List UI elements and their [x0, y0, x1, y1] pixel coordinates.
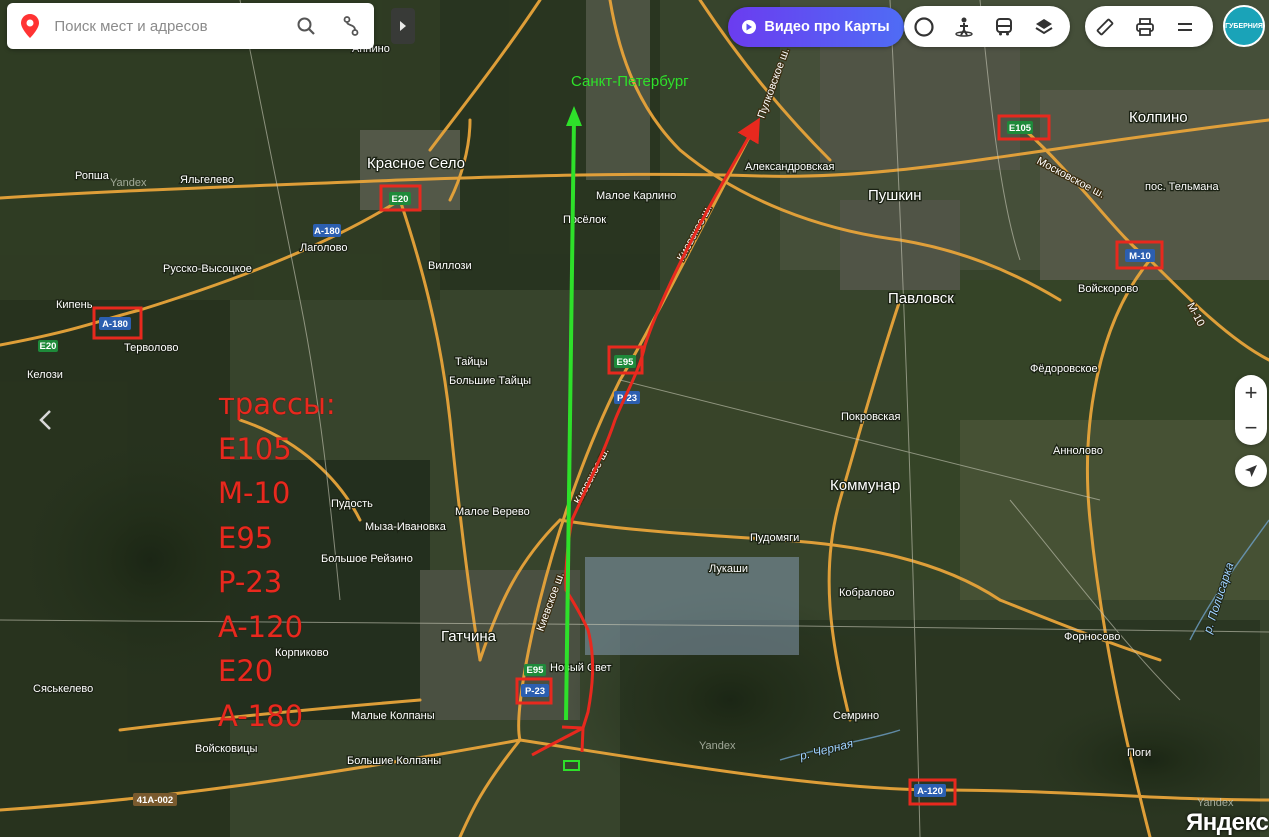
place-label: Войскорово: [1078, 283, 1138, 295]
place-label: Пудомяги: [750, 532, 799, 544]
panel-toggle-button[interactable]: [391, 8, 415, 44]
road-shield: A-180: [314, 226, 340, 237]
legend-line: E20: [218, 654, 274, 688]
place-label: Терволово: [124, 342, 178, 354]
place-label: Сяськелево: [33, 683, 93, 695]
legend-line: A-120: [218, 609, 304, 644]
avatar[interactable]: ГУБЕРНИЯ: [1223, 5, 1265, 47]
place-label: Покровская: [841, 411, 900, 423]
legend-line: P-23: [218, 565, 283, 599]
ruler-icon[interactable]: [1085, 6, 1125, 47]
place-label: Тайцы: [455, 356, 488, 368]
place-label: Малое Карлино: [596, 190, 676, 202]
search-input[interactable]: [52, 16, 284, 36]
road-shield: P-23: [525, 686, 545, 697]
transit-bus-icon[interactable]: [984, 6, 1024, 47]
place-label: Пудость: [331, 498, 373, 510]
place-label: Яльгелево: [180, 174, 234, 186]
place-label: Войсковицы: [195, 743, 257, 755]
place-label: Мыза-Ивановка: [365, 521, 447, 533]
layers-icon[interactable]: [1024, 6, 1064, 47]
legend-line: E105: [218, 431, 292, 466]
place-label: Ропша: [75, 170, 110, 182]
place-label: Пушкин: [868, 187, 922, 204]
panorama-person-icon[interactable]: [944, 6, 984, 47]
destination-label: Санкт-Петербург: [571, 73, 689, 90]
location-pin-icon: [7, 3, 52, 49]
place-label: Кобралово: [839, 587, 895, 599]
place-label: Гатчина: [441, 628, 497, 645]
place-label: Малые Колпаны: [351, 710, 435, 722]
road-shield: 41A-002: [137, 795, 173, 806]
place-label: Малое Верево: [455, 506, 530, 518]
play-icon: [742, 20, 757, 34]
place-label: Новый Свет: [550, 662, 611, 674]
road-shield: E95: [527, 665, 545, 676]
legend-line: E95: [218, 520, 274, 555]
chevron-right-icon: [400, 21, 406, 31]
place-label: Александровская: [745, 161, 835, 173]
place-label: Виллози: [428, 260, 472, 272]
video-about-maps-button[interactable]: Видео про Карты: [728, 7, 904, 47]
road-shield: E105: [1009, 123, 1032, 134]
legend-line: A-180: [218, 698, 304, 733]
avatar-text: ГУБЕРНИЯ: [1225, 22, 1263, 30]
video-button-label: Видео про Карты: [764, 19, 890, 35]
satellite-map[interactable]: Аннино Красное Село Пушкин Колпино Павло…: [0, 0, 1269, 837]
place-label: Аннолово: [1053, 445, 1103, 457]
place-label: Колпино: [1129, 109, 1188, 126]
zoom-out-button[interactable]: −: [1235, 410, 1267, 445]
place-label: Коммунар: [830, 477, 900, 494]
place-label: Посёлок: [563, 214, 606, 226]
place-label: Павловск: [888, 290, 954, 307]
place-label: Фёдоровское: [1030, 363, 1098, 375]
legend-line: M-10: [218, 476, 291, 510]
watermark: Yandex: [1197, 797, 1234, 809]
road-shield: A-180: [102, 319, 128, 330]
map-layers-toolbar: [904, 6, 1070, 47]
route-icon[interactable]: [329, 3, 374, 49]
place-label: Поги: [1127, 747, 1151, 759]
place-label: Большие Тайцы: [449, 375, 531, 387]
place-label: Лукаши: [709, 563, 748, 575]
road-shield: M-10: [1129, 251, 1151, 262]
legend-line: трассы:: [218, 387, 336, 421]
place-label: Келози: [27, 369, 63, 381]
map-tools-toolbar: [1085, 6, 1213, 47]
place-label: Форносово: [1064, 631, 1120, 643]
zoom-in-button[interactable]: +: [1235, 375, 1267, 410]
search-icon[interactable]: [283, 3, 328, 49]
place-label: пос. Тельмана: [1145, 181, 1219, 193]
search-panel: [7, 3, 374, 49]
zoom-control: + −: [1235, 375, 1267, 445]
place-label: Семрино: [833, 710, 879, 722]
road-shield: E20: [40, 341, 57, 352]
road-shield: E95: [617, 357, 635, 368]
highway-legend: трассы: E105 M-10 E95 P-23 A-120 E20 A-1…: [218, 382, 336, 738]
watermark: Yandex: [110, 177, 147, 189]
traffic-circle-icon[interactable]: [904, 6, 944, 47]
place-label: Лаголово: [300, 242, 347, 254]
place-label: Кипень: [56, 299, 93, 311]
place-label: Русско-Высоцкое: [163, 263, 252, 275]
print-icon[interactable]: [1125, 6, 1165, 47]
place-label: Большие Колпаны: [347, 755, 441, 767]
locate-arrow-icon[interactable]: [1235, 455, 1267, 487]
chevron-left-icon[interactable]: [30, 402, 60, 438]
road-shield: E20: [392, 194, 409, 205]
place-label: Красное Село: [367, 155, 465, 172]
road-shield: A-120: [917, 786, 943, 797]
menu-icon[interactable]: [1165, 6, 1205, 47]
yandex-logo[interactable]: Яндекс: [1186, 809, 1269, 837]
watermark: Yandex: [699, 740, 736, 752]
